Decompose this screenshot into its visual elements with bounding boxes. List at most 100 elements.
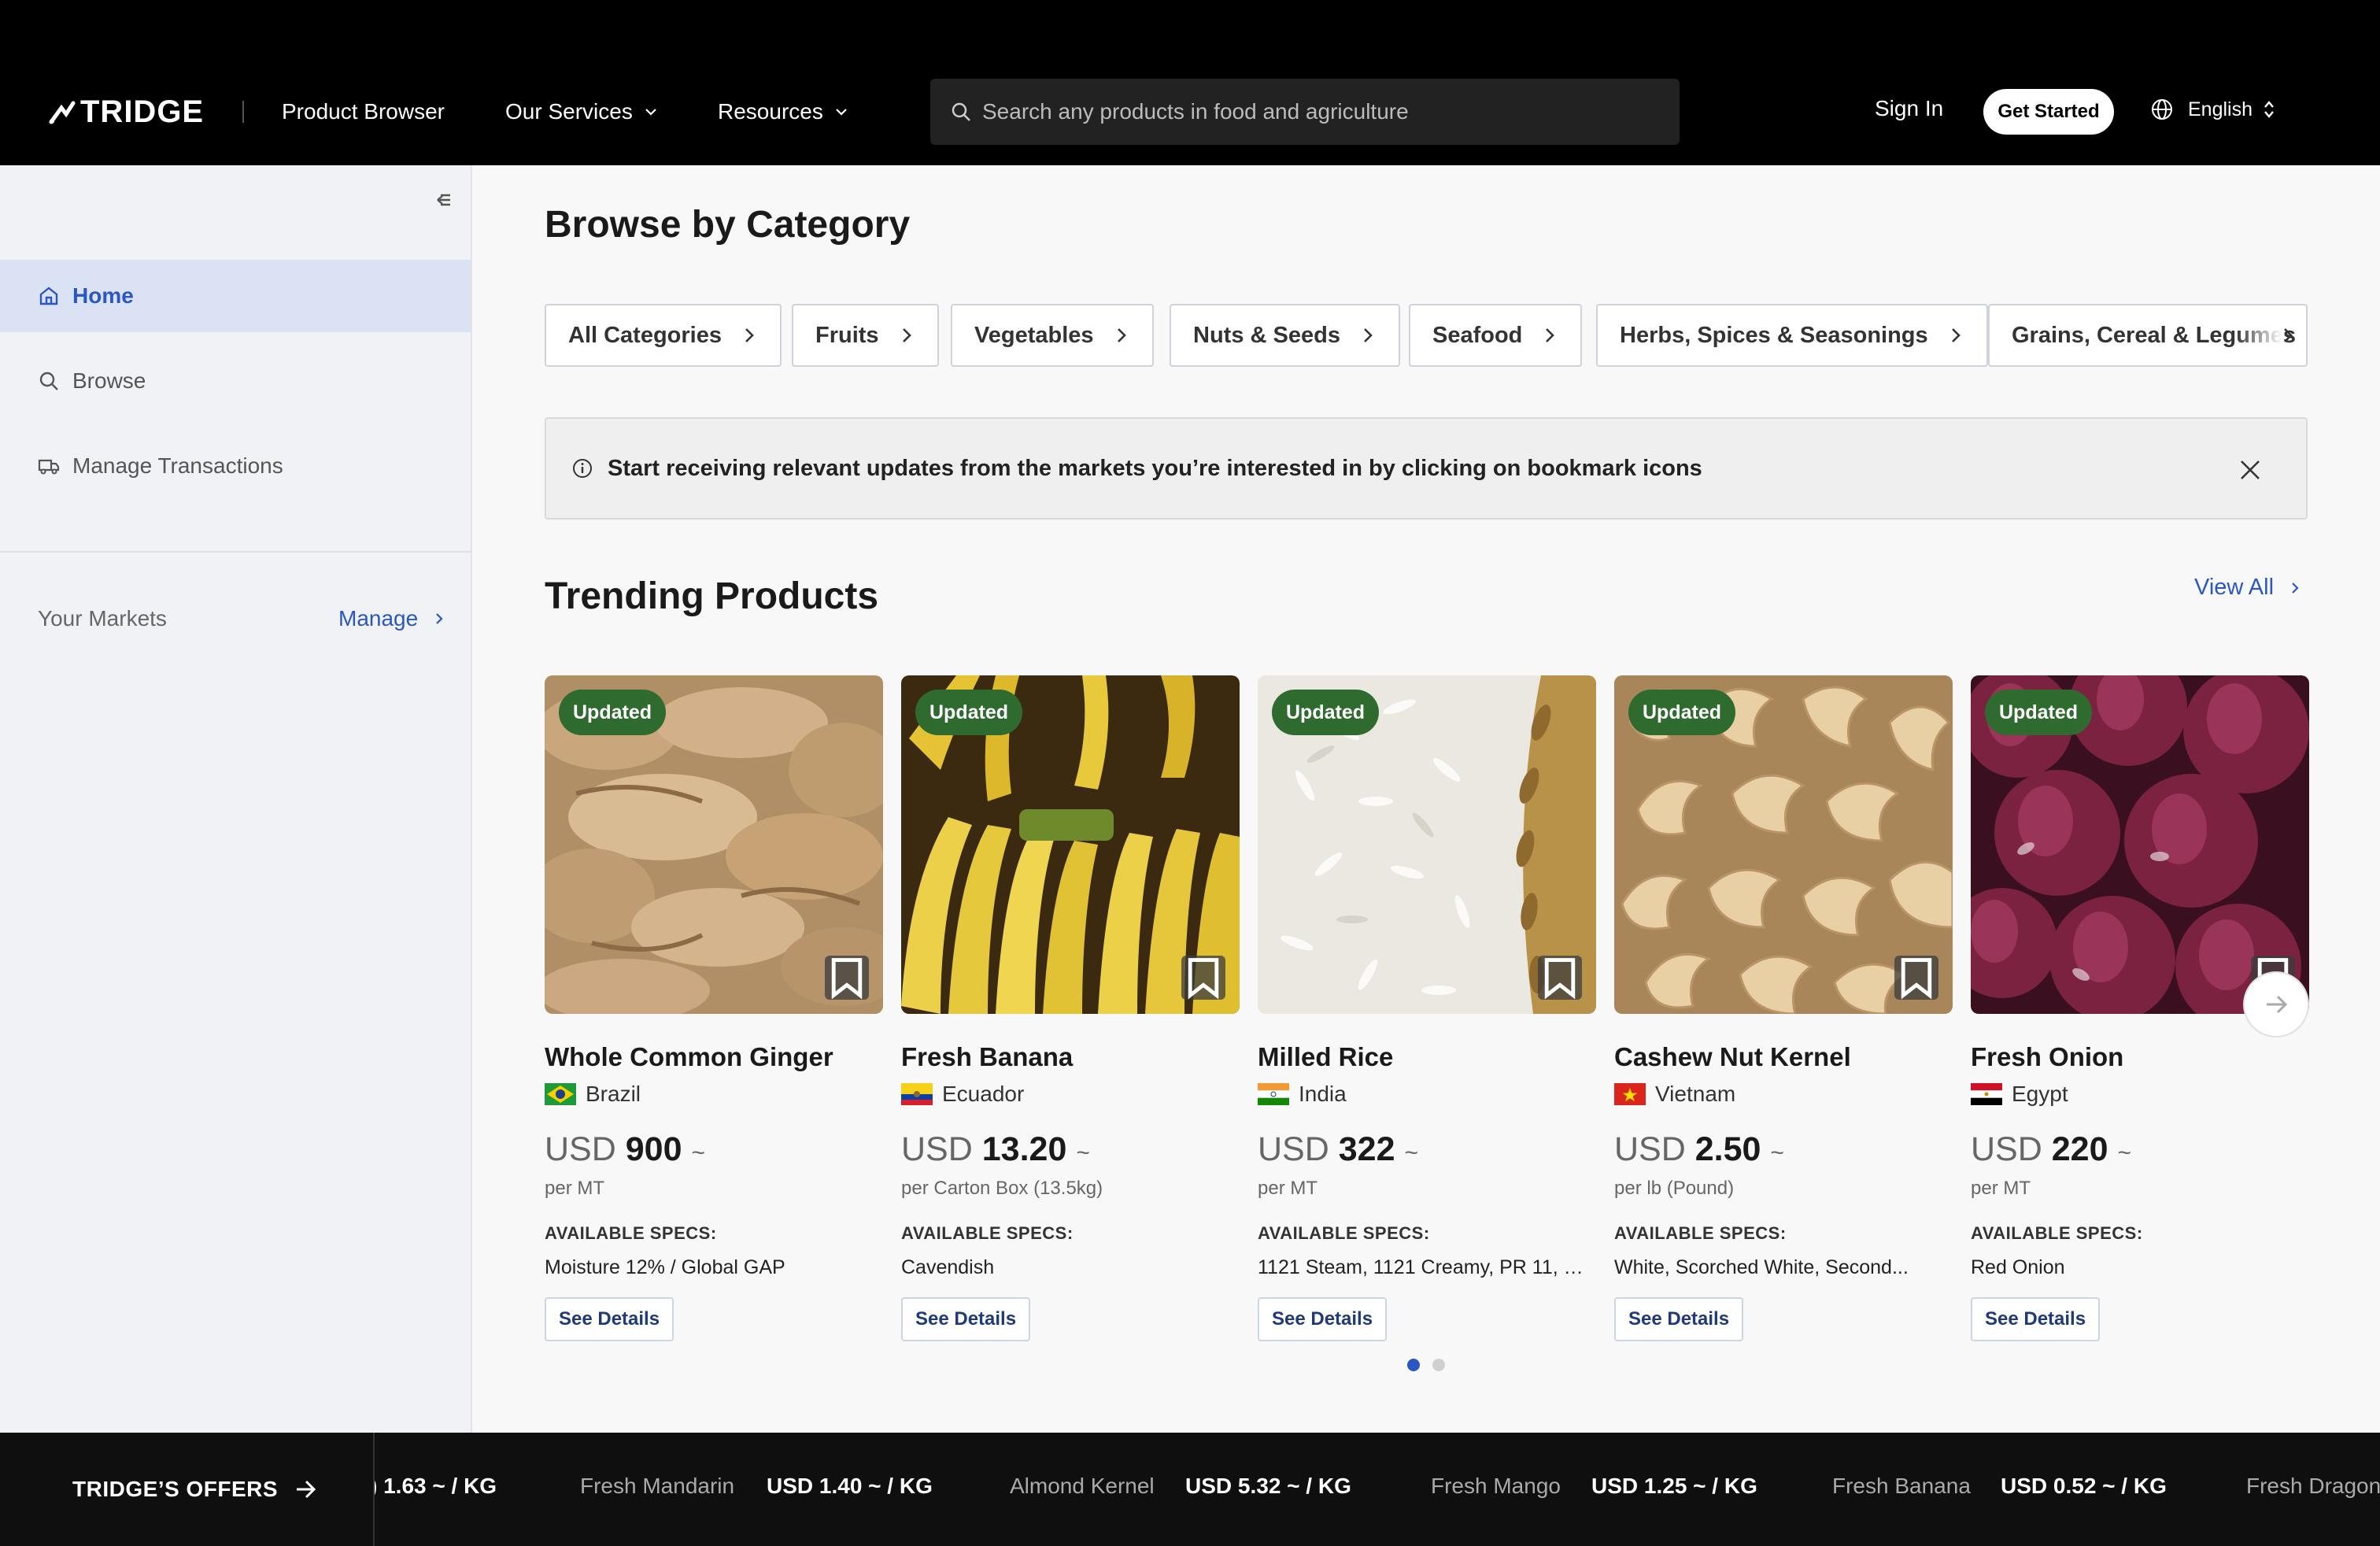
ecuador-flag-icon	[901, 1083, 933, 1105]
see-details-button[interactable]: See Details	[1614, 1297, 1744, 1341]
product-card[interactable]: Updated Cashew Nut Kernel Vietnam USD 2.…	[1614, 675, 1953, 1341]
product-image-rice: Updated	[1258, 675, 1596, 1014]
category-chip-all[interactable]: All Categories	[545, 304, 782, 367]
sign-in-link[interactable]: Sign In	[1875, 96, 1943, 121]
see-details-button[interactable]: See Details	[545, 1297, 674, 1341]
product-price: USD 2.50 ~	[1614, 1130, 1784, 1169]
logo-text: TRIDGE	[80, 94, 205, 129]
nav-our-services[interactable]: Our Services	[505, 94, 658, 129]
chevron-right-icon	[436, 613, 443, 624]
carousel-dot[interactable]	[1432, 1359, 1445, 1371]
price-value: 900	[625, 1130, 682, 1168]
product-card[interactable]: Updated Fresh Banana Ecuador USD 13.20 ~…	[901, 675, 1240, 1341]
ticker-name[interactable]: Fresh Dragon	[2246, 1474, 2380, 1499]
price-currency: USD	[545, 1130, 616, 1168]
ticker-price: USD 0.52 ~ / KG	[2001, 1474, 2167, 1498]
ticker-name[interactable]: Fresh Banana	[1832, 1474, 1971, 1499]
get-started-button[interactable]: Get Started	[1983, 89, 2114, 135]
nav-label: Resources	[718, 99, 823, 124]
chip-label: Herbs, Spices & Seasonings	[1620, 322, 1928, 348]
category-chip-nuts-seeds[interactable]: Nuts & Seeds	[1170, 304, 1400, 367]
tridge-logo[interactable]: TRIDGE	[49, 93, 204, 131]
price-value: 13.20	[981, 1130, 1067, 1168]
offers-label: TRIDGE’S OFFERS	[72, 1477, 279, 1501]
bookmark-button[interactable]	[1538, 956, 1582, 1000]
chip-label: Nuts & Seeds	[1193, 322, 1340, 348]
category-chip-herbs-spices[interactable]: Herbs, Spices & Seasonings	[1596, 304, 1988, 367]
carousel-next-button[interactable]	[2243, 971, 2309, 1037]
bookmark-button[interactable]	[825, 956, 869, 1000]
see-details-button[interactable]: See Details	[1258, 1297, 1388, 1341]
sidebar-item-home[interactable]: Home	[0, 260, 471, 332]
collapse-sidebar-icon[interactable]	[428, 187, 453, 213]
carousel-dot-active[interactable]	[1407, 1359, 1420, 1371]
nav-resources[interactable]: Resources	[718, 94, 848, 129]
sidebar-divider	[0, 551, 471, 553]
category-chip-fruits[interactable]: Fruits	[792, 304, 939, 367]
language-label: English	[2188, 98, 2252, 120]
product-card[interactable]: Updated Fresh Onion Egypt USD 220 ~ per …	[1971, 675, 2309, 1341]
chevron-right-icon	[902, 328, 911, 342]
product-price: USD 322 ~	[1258, 1130, 1418, 1169]
see-details-button[interactable]: See Details	[1971, 1297, 2101, 1341]
product-name[interactable]: Fresh Onion	[1971, 1042, 2123, 1072]
manage-markets-link[interactable]: Manage	[338, 606, 446, 631]
nav-product-browser[interactable]: Product Browser	[282, 94, 445, 129]
info-icon	[573, 459, 592, 478]
sidebar: Home Browse Manage Transactions Your Mar…	[0, 165, 472, 1433]
available-specs-value: Cavendish	[901, 1256, 995, 1278]
see-details-button[interactable]: See Details	[901, 1297, 1031, 1341]
sidebar-item-browse[interactable]: Browse	[0, 345, 471, 417]
available-specs-value: 1121 Steam, 1121 Creamy, PR 11, PR...	[1258, 1256, 1596, 1278]
product-name[interactable]: Milled Rice	[1258, 1042, 1393, 1072]
available-specs-value: Red Onion	[1971, 1256, 2065, 1278]
category-chip-seafood[interactable]: Seafood	[1409, 304, 1583, 367]
chevron-right-icon	[1546, 328, 1555, 342]
ticker-name[interactable]: Fresh Mandarin	[580, 1474, 734, 1499]
product-card[interactable]: Updated Whole Common Ginger Brazil USD 9…	[545, 675, 883, 1341]
nav-divider	[242, 101, 244, 123]
chip-label: Fruits	[815, 322, 879, 348]
bookmark-button[interactable]	[1894, 956, 1938, 1000]
price-unit: per MT	[545, 1178, 605, 1199]
product-price: USD 220 ~	[1971, 1130, 2131, 1169]
price-currency: USD	[1258, 1130, 1329, 1168]
view-all-link[interactable]: View All	[2194, 575, 2302, 601]
bookmark-info-banner: Start receiving relevant updates from th…	[545, 417, 2308, 520]
product-image-ginger: Updated	[545, 675, 883, 1014]
language-selector[interactable]: English	[2150, 98, 2276, 121]
updated-badge: Updated	[1628, 690, 1735, 735]
bookmark-icon	[1544, 958, 1576, 1000]
price-tilde: ~	[1770, 1140, 1784, 1166]
search-input[interactable]: Search any products in food and agricult…	[930, 79, 1680, 145]
sidebar-item-manage-transactions[interactable]: Manage Transactions	[0, 430, 471, 502]
price-unit: per MT	[1971, 1178, 2031, 1199]
ticker-price: ) 1.63 ~ / KG	[370, 1474, 497, 1498]
bookmark-button[interactable]	[1181, 956, 1225, 1000]
globe-icon	[2152, 99, 2172, 120]
category-chip-grains[interactable]: Grains, Cereal & Legumes	[1988, 304, 2308, 367]
product-card[interactable]: Updated Milled Rice India USD 322 ~ per …	[1258, 675, 1596, 1341]
product-name[interactable]: Cashew Nut Kernel	[1614, 1042, 1851, 1072]
price-unit: per lb (Pound)	[1614, 1178, 1735, 1199]
your-markets-label: Your Markets	[38, 606, 167, 631]
available-specs-label: AVAILABLE SPECS:	[1258, 1223, 1430, 1243]
ticker-name[interactable]: Fresh Mango	[1431, 1474, 1561, 1499]
main-content: Browse by Category All Categories Fruits…	[472, 165, 2380, 1433]
available-specs-label: AVAILABLE SPECS:	[901, 1223, 1074, 1243]
product-name[interactable]: Whole Common Ginger	[545, 1042, 833, 1072]
product-name[interactable]: Fresh Banana	[901, 1042, 1073, 1072]
home-icon	[39, 287, 58, 305]
chip-label: Grains, Cereal & Legumes	[2012, 322, 2297, 348]
search-placeholder: Search any products in food and agricult…	[982, 99, 1409, 124]
truck-icon	[38, 459, 60, 475]
close-icon[interactable]	[2238, 458, 2262, 482]
category-chip-vegetables[interactable]: Vegetables	[951, 304, 1154, 367]
sidebar-item-label: Home	[72, 283, 134, 308]
bookmark-icon	[1901, 958, 1932, 1000]
available-specs-value: White, Scorched White, Second...	[1614, 1256, 1909, 1278]
sidebar-item-label: Manage Transactions	[72, 453, 283, 478]
price-value: 322	[1338, 1130, 1395, 1168]
tridges-offers-link[interactable]: TRIDGE’S OFFERS	[0, 1433, 375, 1546]
ticker-name[interactable]: Almond Kernel	[1010, 1474, 1155, 1499]
